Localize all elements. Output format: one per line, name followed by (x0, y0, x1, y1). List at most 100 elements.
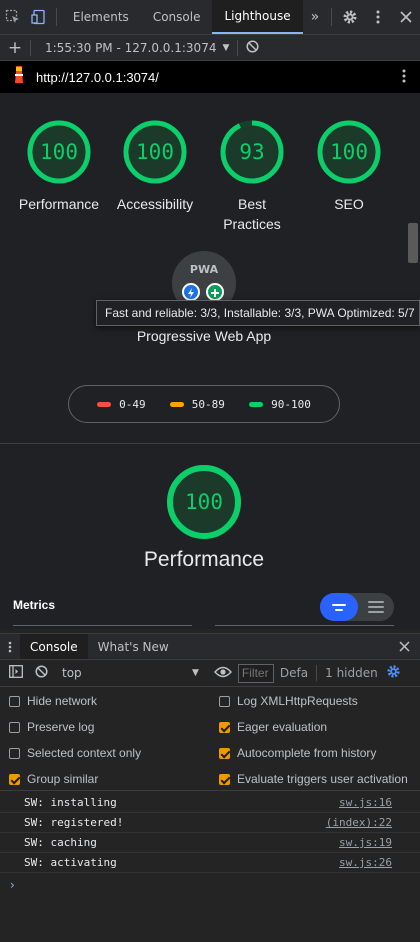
device-toolbar-icon[interactable] (26, 0, 52, 34)
tab-console[interactable]: Console (141, 0, 213, 34)
tab-lighthouse[interactable]: Lighthouse (212, 0, 303, 34)
toggle-line (332, 603, 346, 606)
close-icon[interactable] (392, 0, 420, 34)
setting-label: Preserve log (27, 720, 95, 734)
metric-divider (13, 625, 192, 626)
setting-label: Evaluate triggers user activation (237, 772, 408, 786)
toggle-line (368, 606, 384, 608)
kebab-menu-icon[interactable] (364, 0, 392, 34)
setting-log-xmlhttprequests[interactable]: Log XMLHttpRequests (219, 694, 358, 708)
log-message: SW: caching (24, 836, 97, 849)
compact-view-button[interactable] (320, 593, 358, 621)
log-source-link[interactable]: (index):22 (326, 813, 392, 833)
pwa-label: Progressive Web App (136, 328, 272, 344)
drawer-tab-whats-new[interactable]: What's New (88, 634, 179, 659)
eye-icon[interactable] (213, 666, 232, 681)
toggle-line (368, 601, 384, 603)
performance-gauge: 100 (164, 462, 244, 542)
gauge-label: Performance (18, 196, 100, 212)
log-levels-dropdown[interactable]: Defa (280, 666, 308, 680)
tab-elements[interactable]: Elements (61, 0, 141, 34)
log-row: SW: caching sw.js:19 (0, 833, 420, 853)
clear-console-icon[interactable] (35, 665, 48, 681)
console-settings-gear-icon[interactable] (386, 664, 401, 682)
close-drawer-icon[interactable] (389, 634, 420, 659)
checkbox[interactable] (9, 721, 20, 733)
setting-group-similar[interactable]: Group similar (9, 772, 98, 786)
performance-title: Performance (143, 548, 265, 571)
new-report-button[interactable]: + (0, 38, 30, 58)
gauge-label: SEO (334, 196, 364, 212)
gauge-label: Accessibility (116, 196, 194, 212)
clear-icon[interactable] (246, 39, 259, 56)
console-prompt-chevron-icon[interactable]: › (10, 878, 15, 892)
legend-range: 50-89 (191, 397, 225, 411)
performance-score: 100 (185, 490, 223, 514)
setting-label: Group similar (27, 772, 99, 786)
tab-separator (55, 8, 57, 26)
report-url[interactable]: http://127.0.0.1:3074/ (36, 70, 159, 85)
setting-autocomplete-from-history[interactable]: Autocomplete from history (219, 746, 376, 760)
gauge-seo[interactable]: 100 SEO (299, 118, 399, 214)
report-scrollbar[interactable] (408, 223, 418, 263)
drawer-tab-console[interactable]: Console (20, 634, 88, 659)
fast-reliable-badge-icon (182, 283, 200, 301)
gauge-value: 93 (239, 140, 265, 164)
log-message: SW: activating (24, 856, 117, 869)
chevron-down-icon[interactable]: ▼ (222, 43, 229, 53)
console-toolbar: top ▼ Defa 1 hidden (0, 660, 420, 687)
metrics-view-toggle[interactable] (320, 593, 394, 621)
gauge-label: Best Practices (223, 196, 281, 232)
gauge-value: 100 (330, 140, 368, 164)
setting-eager-evaluation[interactable]: Eager evaluation (219, 720, 327, 734)
gauge-accessibility[interactable]: 100 Accessibility (105, 118, 205, 214)
lighthouse-report: 100 Performance 100 Accessibility 93 Bes… (0, 93, 420, 629)
pwa-badge-text: PWA (189, 263, 219, 276)
inspect-icon[interactable] (0, 0, 26, 34)
legend-item-fail: 0-49 (97, 398, 146, 411)
report-menu-icon[interactable] (402, 68, 406, 87)
more-tabs-button[interactable]: » (303, 0, 328, 34)
log-source-link[interactable]: sw.js:26 (339, 853, 392, 873)
checkbox[interactable] (9, 695, 20, 707)
checkbox[interactable] (9, 747, 20, 759)
context-selector[interactable]: top (62, 666, 192, 680)
checkbox[interactable] (9, 773, 20, 785)
console-filter-input[interactable] (237, 663, 274, 683)
toggle-line (335, 608, 343, 611)
setting-selected-context-only[interactable]: Selected context only (9, 746, 141, 760)
pwa-tooltip: Fast and reliable: 3/3, Installable: 3/3… (96, 300, 420, 326)
setting-label: Autocomplete from history (237, 746, 377, 760)
legend-range: 0-49 (119, 397, 146, 411)
metrics-heading: Metrics (13, 598, 56, 612)
setting-preserve-log[interactable]: Preserve log (9, 720, 94, 734)
log-row: SW: activating sw.js:26 (0, 853, 420, 873)
setting-label: Eager evaluation (237, 720, 328, 734)
gear-icon[interactable] (336, 0, 364, 34)
legend-range: 90-100 (271, 397, 311, 411)
setting-label: Hide network (27, 694, 98, 708)
checkbox[interactable] (219, 721, 230, 733)
gauge-best-practices[interactable]: 93 Best Practices (202, 118, 302, 234)
checkbox[interactable] (219, 773, 230, 785)
toolbar-separator (237, 39, 239, 56)
setting-evaluate-triggers-user-activation[interactable]: Evaluate triggers user activation (219, 772, 408, 786)
devtools-tabbar: Elements Console Lighthouse » (0, 0, 420, 35)
log-source-link[interactable]: sw.js:16 (339, 793, 392, 813)
expanded-view-button[interactable] (358, 593, 394, 621)
drawer-menu-icon[interactable] (0, 634, 20, 659)
log-source-link[interactable]: sw.js:19 (339, 833, 392, 853)
checkbox[interactable] (219, 695, 230, 707)
checkbox[interactable] (219, 747, 230, 759)
toolbar-separator (30, 39, 31, 56)
chevron-down-icon[interactable]: ▼ (192, 668, 199, 678)
legend-item-pass: 90-100 (249, 398, 311, 411)
toggle-line (368, 611, 384, 613)
gauge-performance[interactable]: 100 Performance (9, 118, 109, 214)
section-divider (0, 443, 420, 444)
report-selector[interactable]: 1:55:30 PM - 127.0.0.1:3074 (45, 41, 216, 55)
tab-separator (331, 8, 333, 26)
setting-hide-network[interactable]: Hide network (9, 694, 97, 708)
sidebar-icon[interactable] (9, 665, 23, 681)
hidden-count: 1 hidden (325, 666, 378, 680)
